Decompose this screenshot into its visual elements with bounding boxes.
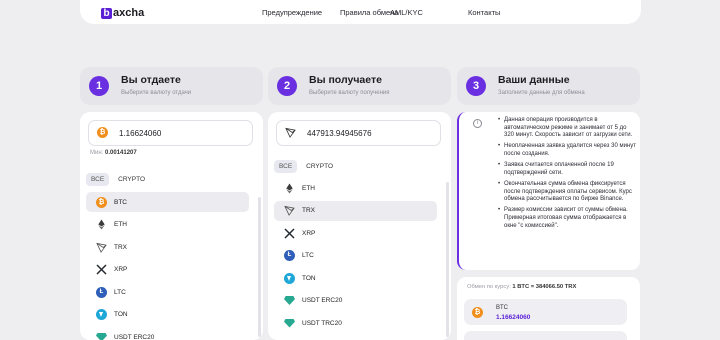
top-header: b axcha Предупреждение Правила обмена AM… (80, 0, 641, 24)
send-amount: 1.16624060 (496, 314, 531, 321)
nav-contacts[interactable]: Контакты (468, 8, 500, 17)
currency-item-usdt-erc20[interactable]: USDT ERC20 (86, 327, 249, 340)
usdt-icon (284, 296, 295, 305)
currency-label: LTC (302, 252, 314, 259)
give-filters: ВСЕ CRYPTO (86, 173, 150, 186)
filter-crypto[interactable]: CRYPTO (301, 160, 338, 173)
eth-icon (96, 219, 107, 230)
filter-crypto[interactable]: CRYPTO (113, 173, 150, 186)
usdt-icon (284, 318, 295, 328)
trx-icon (96, 242, 107, 253)
currency-item-usdt-erc20[interactable]: USDT ERC20 (274, 291, 437, 311)
currency-label: XRP (302, 229, 316, 237)
currency-label: USDT ERC20 (302, 297, 343, 304)
exchange-rate: Обмен по курсу: 1 BTC = 384066.50 TRX (467, 284, 576, 290)
currency-label: BTC (114, 198, 127, 206)
xrp-icon (96, 264, 107, 275)
currency-label: ETH (114, 221, 127, 228)
min-value: 0.00141207 (105, 150, 137, 156)
get-amount-field[interactable]: 447913.94945676 (276, 120, 441, 146)
xrp-icon (284, 228, 295, 239)
filter-all[interactable]: ВСЕ (274, 160, 298, 173)
logo-text: axcha (113, 7, 145, 19)
currency-label: XRP (114, 266, 128, 273)
give-amount-value: 1.16624060 (119, 129, 162, 138)
currency-label: TON (114, 311, 128, 318)
usdt-icon (96, 332, 107, 340)
info-bullet: Неоплаченная заявка удалится через 30 ми… (498, 143, 636, 158)
get-scrollbar[interactable] (446, 182, 449, 337)
give-header: 1 Вы отдаете Выберите валюту отдачи (80, 67, 263, 105)
ltc-icon: Ł (284, 250, 295, 261)
currency-label: TRX (114, 243, 127, 251)
nav-warning[interactable]: Предупреждение (262, 8, 322, 17)
info-bullet: Данная операция производится в автоматич… (498, 117, 636, 140)
min-amount: Мин: 0.00141207 (90, 150, 137, 156)
rate-label: Обмен по курсу: (467, 284, 511, 290)
give-subtitle: Выберите валюту отдачи (121, 90, 192, 96)
send-coin-name: BTC (496, 305, 508, 311)
currency-label: ETH (302, 184, 315, 192)
currency-label: TON (302, 274, 316, 282)
nav-aml-kyc[interactable]: AML/KYC (390, 8, 423, 17)
info-icon: i (473, 119, 482, 128)
get-header: 2 Вы получаете Выберите валюту получения (268, 67, 451, 105)
info-bullet: Заявка считается оплаченной после 19 под… (498, 162, 636, 177)
get-title: Вы получаете (309, 74, 382, 86)
give-title: Вы отдаете (121, 74, 181, 86)
logo-mark: b (101, 7, 112, 19)
rate-value: 1 BTC = 384066.50 TRX (512, 284, 577, 290)
trx-icon (284, 205, 295, 216)
currency-label: USDT ERC20 (114, 333, 155, 340)
currency-item-btc[interactable]: ₿ BTC (86, 192, 249, 212)
btc-icon: ₿ (97, 127, 108, 138)
currency-label: LTC (114, 288, 126, 296)
details-header: 3 Ваши данные Заполните данные для обмен… (457, 67, 640, 105)
step-number: 3 (466, 76, 486, 96)
currency-item-trx[interactable]: TRX (86, 237, 249, 257)
step-number: 2 (277, 76, 297, 96)
give-scrollbar[interactable] (258, 197, 261, 337)
get-panel: 447913.94945676 ВСЕ CRYPTO ETH TRX XRP Ł LTC… (268, 112, 451, 340)
info-panel: i Данная операция производится в автомат… (457, 112, 640, 270)
currency-label: TRX (302, 207, 315, 214)
ton-icon (96, 309, 107, 320)
give-panel: ₿ 1.16624060 Мин: 0.00141207 ВСЕ CRYPTO … (80, 112, 263, 340)
give-amount-field[interactable]: ₿ 1.16624060 (88, 120, 253, 146)
currency-item-ton[interactable]: TON (86, 305, 249, 325)
currency-item-eth[interactable]: ETH (86, 215, 249, 235)
rate-panel: Обмен по курсу: 1 BTC = 384066.50 TRX ₿ … (457, 277, 640, 340)
btc-icon: ₿ (472, 307, 483, 318)
min-label: Мин: (90, 150, 104, 156)
send-summary: ₿ BTC 1.16624060 (464, 299, 627, 325)
currency-item-ton[interactable]: TON (274, 268, 437, 288)
currency-item-ltc[interactable]: Ł LTC (86, 282, 249, 302)
details-subtitle: Заполните данные для обмена (498, 90, 585, 96)
info-bullet: Размер комиссии зависит от суммы обмена.… (498, 207, 636, 230)
logo[interactable]: b axcha (101, 7, 144, 19)
trx-icon (285, 127, 296, 138)
get-amount-value: 447913.94945676 (307, 129, 372, 138)
ton-icon (284, 272, 295, 284)
step-number: 1 (89, 76, 109, 96)
currency-label: USDT TRC20 (302, 319, 342, 327)
currency-item-trx[interactable]: TRX (274, 200, 437, 221)
receive-summary (464, 331, 627, 340)
btc-icon: ₿ (96, 196, 107, 208)
currency-item-eth[interactable]: ETH (274, 178, 437, 198)
get-filters: ВСЕ CRYPTO (274, 160, 338, 173)
ltc-icon: Ł (96, 286, 107, 298)
info-bullet: Окончательная сумма обмена фиксируется п… (498, 181, 636, 204)
get-subtitle: Выберите валюту получения (309, 90, 390, 96)
filter-all[interactable]: ВСЕ (86, 173, 110, 186)
currency-item-usdt-trc20[interactable]: USDT TRC20 (274, 313, 437, 333)
eth-icon (284, 182, 295, 194)
currency-item-xrp[interactable]: XRP (86, 260, 249, 280)
info-bullets: Данная операция производится в автоматич… (498, 117, 636, 234)
currency-item-ltc[interactable]: Ł LTC (274, 246, 437, 266)
details-title: Ваши данные (498, 74, 570, 86)
currency-item-xrp[interactable]: XRP (274, 223, 437, 243)
